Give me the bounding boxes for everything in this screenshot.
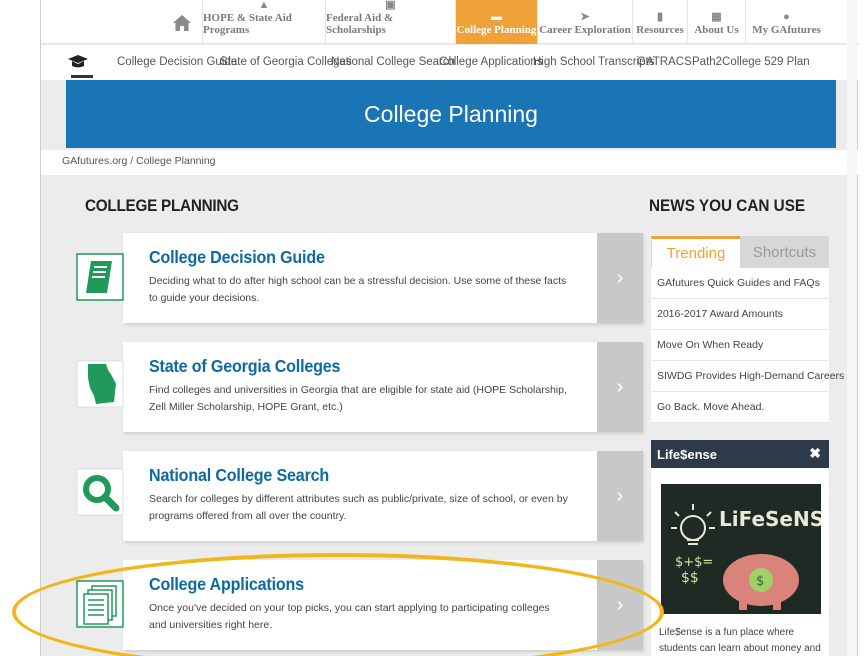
document-icon: ▮	[656, 11, 664, 23]
banner-title: College Planning	[364, 100, 538, 127]
card-title[interactable]: National College Search	[149, 465, 329, 486]
nav-college-planning[interactable]: ▬ College Planning	[455, 0, 537, 44]
page-title: COLLEGE PLANNING	[85, 196, 239, 215]
card-description: Find colleges and universities in Georgi…	[149, 384, 567, 413]
graduation-cap-icon	[68, 55, 88, 68]
lifesense-title: Life$ense	[657, 446, 717, 462]
list-item[interactable]: Move On When Ready	[651, 330, 829, 361]
top-navigation: ▲ HOPE & State Aid Programs ▣ Federal Ai…	[41, 0, 859, 44]
page-banner: College Planning	[66, 80, 836, 148]
sub-navigation: College Decision Guide State of Georgia …	[41, 45, 859, 80]
card-college-decision-guide[interactable]: College Decision Guide Deciding what to …	[123, 233, 643, 323]
book-icon	[76, 253, 124, 301]
svg-text:LiFeSeNSe: LiFeSeNSe	[719, 507, 821, 531]
card-title[interactable]: College Applications	[149, 574, 304, 595]
tab-trending[interactable]: Trending	[651, 236, 740, 268]
card-title[interactable]: College Decision Guide	[149, 247, 325, 268]
nav-career-exploration[interactable]: ➤ Career Exploration	[537, 0, 632, 44]
news-tabs: Trending Shortcuts	[651, 236, 829, 268]
lifesense-header: Life$ense ✖	[651, 440, 829, 468]
card-national-college-search[interactable]: National College Search Search for colle…	[123, 451, 643, 541]
arrow-icon: ➤	[580, 11, 590, 23]
svg-text:$+$=: $+$=	[675, 555, 713, 570]
breadcrumb[interactable]: GAfutures.org / College Planning	[62, 155, 216, 167]
news-title: NEWS YOU CAN USE	[649, 196, 806, 215]
scrollbar[interactable]	[847, 0, 857, 656]
subnav-path2college[interactable]: Path2College 529 Plan	[692, 56, 810, 68]
subnav-gatracs[interactable]: GATRACS	[637, 56, 692, 68]
page-frame: ▲ HOPE & State Aid Programs ▣ Federal Ai…	[40, 0, 859, 656]
close-icon[interactable]: ✖	[809, 445, 821, 462]
svg-text:$: $	[756, 574, 764, 589]
graduation-icon: ▲	[258, 0, 270, 11]
nav-about-us[interactable]: ▦ About Us	[687, 0, 745, 44]
georgia-map-icon	[76, 360, 124, 408]
card-description: Search for colleges by different attribu…	[149, 493, 568, 522]
lifesense-illustration: LiFeSeNSe $+$= $$ $	[661, 484, 821, 614]
chevron-right-icon[interactable]: ›	[597, 342, 643, 432]
cap-icon: ▬	[491, 11, 502, 23]
home-icon[interactable]	[165, 6, 199, 40]
lifesense-panel: LiFeSeNSe $+$= $$ $ Life$ense is a fun p…	[651, 468, 829, 656]
list-item[interactable]: GAfutures Quick Guides and FAQs	[651, 268, 829, 299]
chevron-right-icon[interactable]: ›	[597, 233, 643, 323]
card-state-of-georgia-colleges[interactable]: State of Georgia Colleges Find colleges …	[123, 342, 643, 432]
card-college-applications[interactable]: College Applications Once you've decided…	[123, 560, 643, 650]
lifesense-description: Life$ense is a fun place where students …	[659, 627, 821, 654]
search-icon	[76, 468, 124, 516]
nav-resources[interactable]: ▮ Resources	[632, 0, 687, 44]
subnav-college-applications[interactable]: College Applications	[439, 56, 543, 68]
news-list: GAfutures Quick Guides and FAQs 2016-201…	[651, 268, 844, 423]
list-item[interactable]: SIWDG Provides High-Demand Careers	[651, 361, 844, 392]
person-icon: ●	[783, 11, 790, 23]
card-description: Deciding what to do after high school ca…	[149, 275, 567, 304]
active-indicator	[71, 75, 93, 78]
lifesense-image[interactable]: LiFeSeNSe $+$= $$ $	[661, 484, 821, 614]
documents-icon	[76, 580, 124, 628]
nav-my-gafutures[interactable]: ● My GAfutures	[745, 0, 827, 44]
chevron-right-icon[interactable]: ›	[597, 451, 643, 541]
list-item[interactable]: 2016-2017 Award Amounts	[651, 299, 829, 330]
svg-text:$$: $$	[681, 570, 699, 586]
chevron-right-icon[interactable]: ›	[597, 560, 643, 650]
nav-hope-state-aid[interactable]: ▲ HOPE & State Aid Programs	[202, 0, 325, 44]
subnav-national-college-search[interactable]: National College Search	[331, 56, 455, 68]
money-icon: ▣	[385, 0, 396, 11]
card-title[interactable]: State of Georgia Colleges	[149, 356, 341, 377]
tab-shortcuts[interactable]: Shortcuts	[740, 236, 829, 268]
nav-federal-aid[interactable]: ▣ Federal Aid & Scholarships	[325, 0, 455, 44]
list-item[interactable]: Go Back. Move Ahead.	[651, 392, 829, 423]
building-icon: ▦	[711, 11, 722, 23]
card-description: Once you've decided on your top picks, y…	[149, 602, 550, 631]
